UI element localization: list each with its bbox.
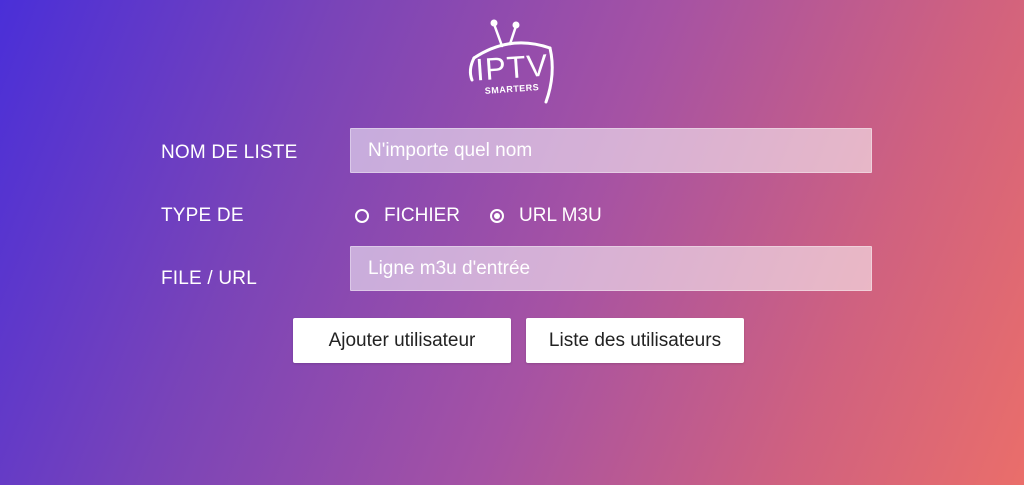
list-name-label: NOM DE LISTE — [161, 142, 298, 163]
radio-url-m3u-label: URL M3U — [519, 205, 602, 226]
radio-file[interactable]: FICHIER — [355, 204, 460, 228]
radio-checked-icon[interactable] — [490, 209, 504, 223]
file-url-input[interactable] — [350, 246, 872, 291]
list-name-input[interactable] — [350, 128, 872, 173]
radio-unchecked-icon[interactable] — [355, 209, 369, 223]
logo-title: IPTV — [474, 47, 550, 88]
file-url-label: FILE / URL — [161, 268, 257, 289]
radio-file-label: FICHIER — [384, 205, 460, 226]
user-list-button[interactable]: Liste des utilisateurs — [526, 318, 744, 363]
radio-url-m3u[interactable]: URL M3U — [490, 204, 602, 228]
type-label: TYPE DE — [161, 205, 244, 226]
add-user-button[interactable]: Ajouter utilisateur — [293, 318, 511, 363]
